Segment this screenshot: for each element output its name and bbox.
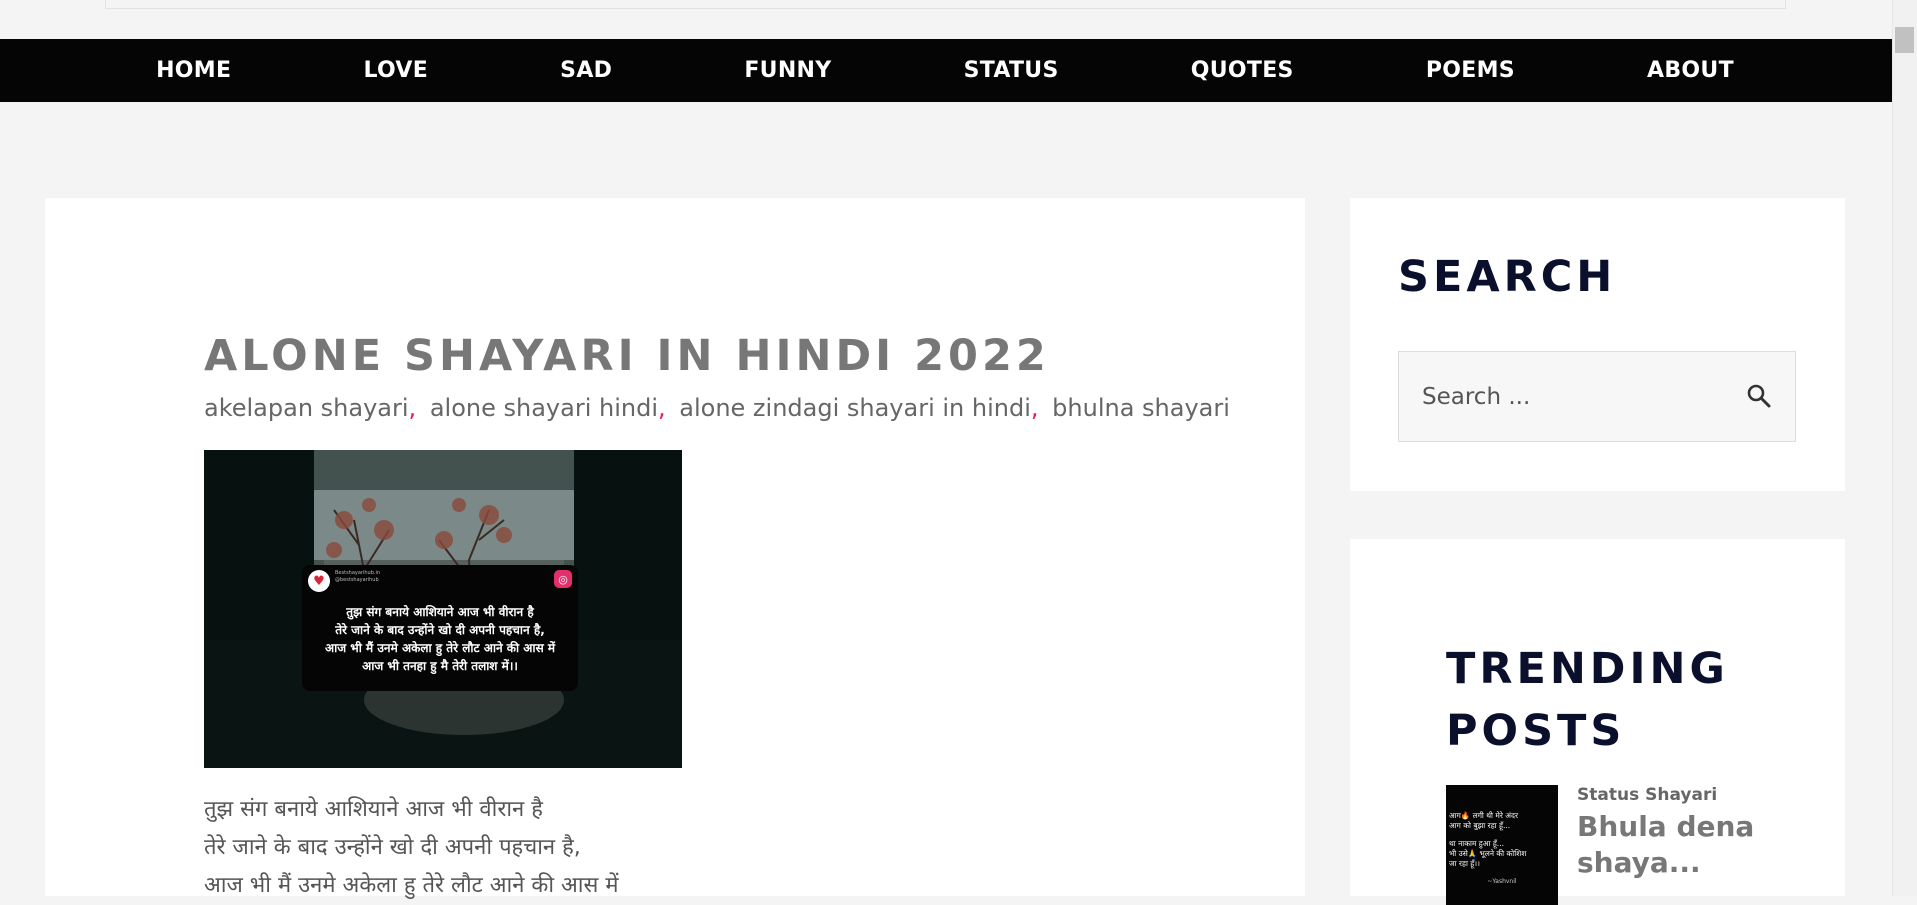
article-card: ALONE SHAYARI IN HINDI 2022 akelapan sha… [45,198,1305,898]
poem-line: आज भी मैं उनमे अकेला हु तेरे लौट आने की … [204,873,619,898]
page-scrollbar[interactable] [1892,0,1917,896]
nav-item-love[interactable]: LOVE [363,58,428,83]
search-widget: SEARCH [1350,198,1845,491]
thumb-line: भी उसे🙏 भूलने की कोशिश [1449,849,1527,858]
tag-separator: , [408,394,417,422]
main-navigation: HOME LOVE SAD FUNNY STATUS QUOTES POEMS … [0,39,1892,102]
nav-item-poems[interactable]: POEMS [1426,58,1515,83]
trending-widget-title: TRENDING POSTS [1446,644,1729,756]
post-tags: akelapan shayari, alone shayari hindi, a… [204,394,1230,422]
tag-link-alone-shayari-hindi[interactable]: alone shayari hindi [430,394,658,422]
thumb-line [1449,831,1555,839]
nav-item-status[interactable]: STATUS [964,58,1059,83]
card-text: तुझ संग बनाये आशियाने आज भी वीरान है तेर… [302,603,578,675]
card-line: तुझ संग बनाये आशियाने आज भी वीरान है [346,605,534,619]
card-line: आज भी तनहा हु मै तेरी तलाश में।। [362,659,518,673]
trending-post-category[interactable]: Status Shayari [1577,785,1717,805]
post-body: तुझ संग बनाये आशियाने आज भी वीरान है तेर… [204,791,619,905]
card-line: तेरे जाने के बाद उन्होंने खो दी अपनी पहच… [335,623,545,637]
trending-post-thumbnail[interactable]: आग🔥 लगी थी मेरे अंदर आग को बुझा रहा हूँ.… [1446,785,1558,905]
card-handle-name: Bestshayarihub.in [335,570,381,576]
card-handle-sub: @bestshayarihub [335,577,379,583]
header-top-edge [105,0,1786,9]
poem-line: तुझ संग बनाये आशियाने आज भी वीरान है [204,797,543,822]
instagram-icon: ◎ [554,570,572,588]
trending-post-item[interactable]: आग🔥 लगी थी मेरे अंदर आग को बुझा रहा हूँ.… [1446,785,1806,905]
tag-link-alone-zindagi-shayari[interactable]: alone zindagi shayari in hindi [679,394,1031,422]
tag-link-akelapan-shayari[interactable]: akelapan shayari [204,394,409,422]
thumb-line: आग को बुझा रहा हूँ... [1449,821,1511,830]
quote-card: ♥ Bestshayarihub.in @bestshayarihub ◎ तु… [302,565,578,691]
nav-menu: HOME LOVE SAD FUNNY STATUS QUOTES POEMS … [90,39,1800,102]
nav-item-sad[interactable]: SAD [560,58,612,83]
nav-item-about[interactable]: ABOUT [1647,58,1734,83]
trending-post-title[interactable]: Bhula dena shaya... [1577,809,1777,881]
search-form [1398,351,1796,442]
thumb-line: आग🔥 लगी थी मेरे अंदर [1449,811,1519,820]
scrollbar-thumb[interactable] [1895,27,1914,53]
featured-image: ♥ Bestshayarihub.in @bestshayarihub ◎ तु… [204,450,682,768]
thumb-line: जा रहा हूँ।। [1449,859,1480,868]
card-handle: Bestshayarihub.in @bestshayarihub [335,570,380,584]
card-line: आज भी मैं उनमे अकेला हु तेरे लौट आने की … [324,641,556,655]
search-input[interactable] [1399,352,1719,441]
search-widget-title: SEARCH [1398,252,1617,302]
nav-item-funny[interactable]: FUNNY [744,58,831,83]
poem-line: तेरे जाने के बाद उन्होंने खो दी अपनी पहच… [204,835,581,860]
trending-posts-widget: TRENDING POSTS आग🔥 लगी थी मेरे अंदर आग क… [1350,539,1845,905]
thumb-attribution: ~Yashvnil [1487,878,1517,885]
post-title: ALONE SHAYARI IN HINDI 2022 [204,331,1050,381]
tag-separator: , [657,394,666,422]
nav-item-quotes[interactable]: QUOTES [1191,58,1294,83]
tag-link-bhulna-shayari[interactable]: bhulna shayari [1052,394,1230,422]
thumb-line: था नाकाम हुआ हूँ... [1449,839,1504,848]
heart-icon: ♥ [308,570,330,592]
nav-item-home[interactable]: HOME [156,58,231,83]
tag-separator: , [1030,394,1039,422]
search-icon[interactable] [1745,382,1773,410]
